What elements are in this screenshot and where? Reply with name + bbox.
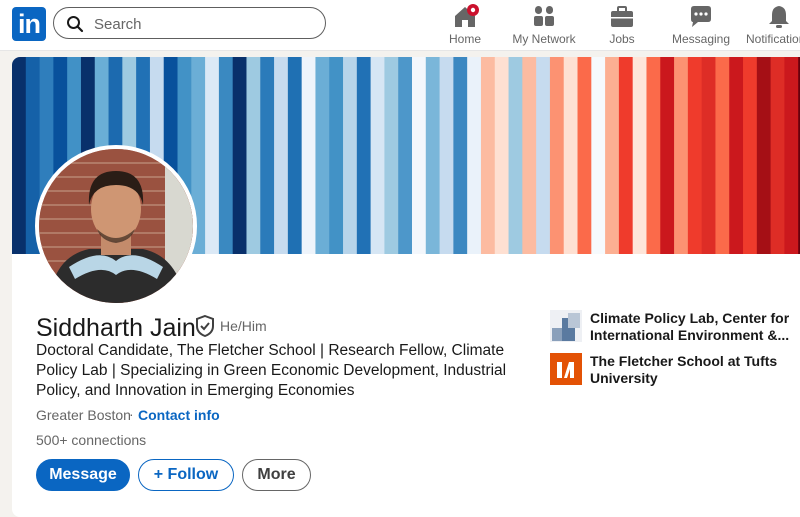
banner-stripe (398, 57, 413, 254)
org-name: Climate Policy Lab, Center for Internati… (590, 310, 790, 343)
banner-stripe (453, 57, 468, 254)
search-input[interactable] (92, 12, 316, 36)
banner-stripe (715, 57, 730, 254)
chat-icon (691, 6, 711, 27)
banner-stripe (439, 57, 454, 254)
nav-item-jobs[interactable]: Jobs (600, 0, 644, 50)
verified-shield-icon[interactable] (195, 315, 215, 337)
org-climate-policy-lab[interactable]: Climate Policy Lab, Center for Internati… (550, 310, 800, 346)
people-icon (534, 6, 554, 26)
nav-label: Home (448, 32, 481, 46)
banner-stripe (218, 57, 234, 254)
top-nav-bar: in Home My Network Jobs Messaging (0, 0, 800, 51)
org-name: The Fletcher School at Tufts University (590, 353, 778, 386)
banner-stripe (356, 57, 372, 254)
banner-stripe (646, 57, 661, 254)
banner-stripe (743, 57, 758, 254)
contact-info-link[interactable]: Contact info (138, 407, 220, 423)
banner-stripe (632, 57, 648, 254)
org-fletcher-school[interactable]: The Fletcher School at Tufts University (550, 353, 800, 389)
banner-stripe (205, 57, 220, 254)
home-icon (455, 4, 479, 27)
profile-headline: Doctoral Candidate, The Fletcher School … (36, 342, 507, 399)
nav-label: Notifications (746, 32, 800, 46)
banner-stripe (467, 57, 482, 254)
banner-stripe (784, 57, 799, 254)
banner-stripe (549, 57, 565, 254)
banner-stripe (508, 57, 523, 254)
banner-stripe (729, 57, 744, 254)
nav-item-messaging[interactable]: Messaging (670, 0, 732, 50)
banner-stripe (770, 57, 786, 254)
profile-name: Siddharth Jain (36, 314, 196, 342)
banner-stripe (701, 57, 717, 254)
profile-card: Siddharth Jain He/Him Doctoral Candidate… (12, 57, 800, 517)
banner-stripe (370, 57, 386, 254)
fletcher-school-logo (550, 353, 582, 385)
banner-stripe (329, 57, 344, 254)
separator-dot: · (129, 406, 134, 422)
profile-photo[interactable] (35, 145, 197, 307)
banner-stripe (246, 57, 261, 254)
banner-stripe (674, 57, 689, 254)
nav-item-my-network[interactable]: My Network (508, 0, 580, 50)
profile-photo-image (39, 149, 193, 303)
bell-icon (769, 6, 789, 28)
more-button[interactable]: More (242, 459, 311, 491)
banner-stripe (577, 57, 592, 254)
message-button[interactable]: Message (36, 459, 130, 491)
banner-stripe (494, 57, 510, 254)
follow-button[interactable]: + Follow (138, 459, 234, 491)
linkedin-logo[interactable]: in (12, 7, 46, 41)
banner-stripe (301, 57, 317, 254)
banner-stripe (232, 57, 248, 254)
connections-count[interactable]: 500+ connections (36, 432, 146, 448)
pronouns: He/Him (220, 318, 267, 334)
nav-item-home[interactable]: Home (440, 0, 490, 50)
banner-stripe (563, 57, 579, 254)
banner-stripe (12, 57, 27, 254)
climate-policy-lab-logo (550, 310, 582, 342)
banner-stripe (480, 57, 496, 254)
banner-stripe (287, 57, 303, 254)
banner-stripe (315, 57, 330, 254)
banner-stripe (687, 57, 703, 254)
banner-stripe (618, 57, 634, 254)
banner-stripe (425, 57, 441, 254)
banner-stripe (274, 57, 289, 254)
search-box[interactable] (53, 7, 326, 39)
nav-label: My Network (512, 32, 576, 46)
banner-stripe (536, 57, 551, 254)
banner-stripe (522, 57, 537, 254)
nav-item-notifications[interactable]: Notifications (746, 0, 800, 50)
banner-stripe (343, 57, 358, 254)
search-icon (67, 16, 84, 33)
banner-stripe (260, 57, 275, 254)
nav-label: Jobs (609, 32, 635, 46)
banner-stripe (412, 57, 427, 254)
banner-stripe (605, 57, 620, 254)
banner-stripe (591, 57, 606, 254)
briefcase-icon (611, 6, 633, 27)
banner-stripe (384, 57, 399, 254)
nav-label: Messaging (671, 32, 731, 46)
banner-stripe (660, 57, 675, 254)
banner-stripe (756, 57, 772, 254)
location: Greater Boston (36, 407, 131, 423)
